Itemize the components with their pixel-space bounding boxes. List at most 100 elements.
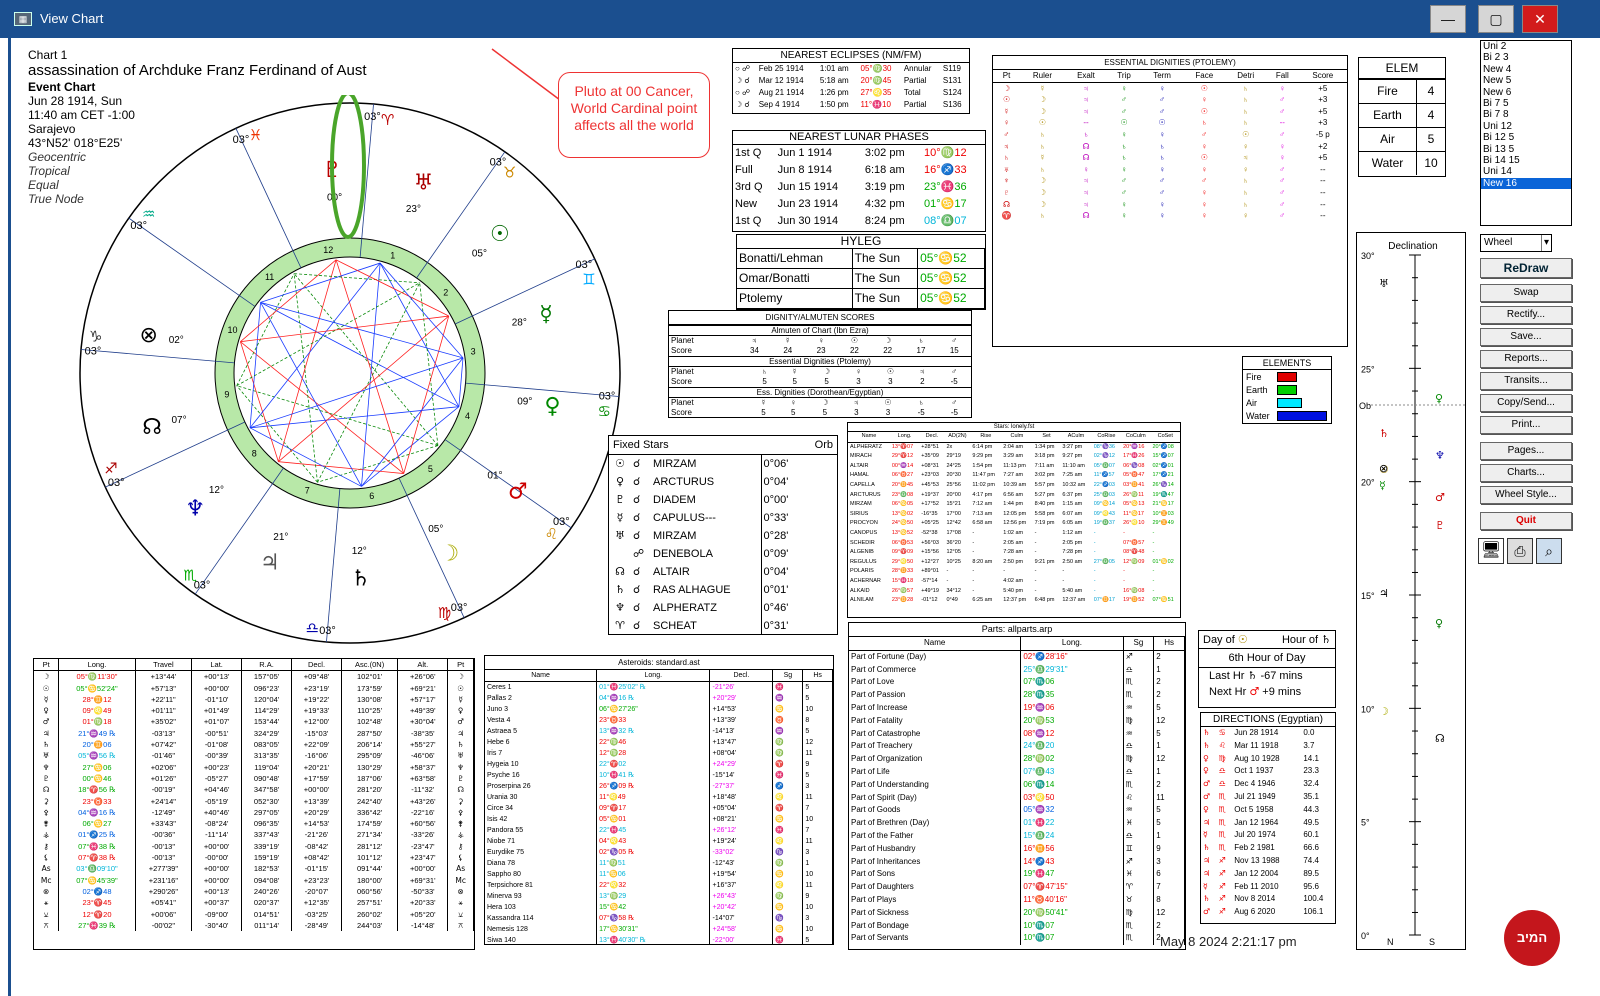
planet-row: ♄ 20°♊06 +07'42" -01°08' 083°05' +22°09' 206°1… xyxy=(34,739,474,751)
table-cell: -00'36" xyxy=(135,829,193,841)
chart-list-item[interactable]: Uni 12 xyxy=(1481,121,1571,132)
table-cell: +57°17' xyxy=(397,693,449,706)
chart-list-item[interactable]: Uni 2 xyxy=(1481,41,1571,52)
table-cell: - xyxy=(1152,549,1155,556)
table-cell: 12 xyxy=(1153,714,1185,728)
declination-tick-label: 5° xyxy=(1361,818,1370,828)
table-cell: - xyxy=(1093,529,1096,536)
table-cell: 19°♒06 xyxy=(1020,701,1124,715)
chart-list-item[interactable]: Bi 13 5 xyxy=(1481,144,1571,155)
table-cell: ☽ xyxy=(447,670,474,683)
direction-row: ☿ ♏ Jul 20 1974 60.1 xyxy=(1201,829,1335,842)
table-cell: 02°♑12 xyxy=(1093,453,1115,460)
table-cell: +15°56 xyxy=(921,549,939,556)
table-cell: +3 xyxy=(1318,95,1328,105)
table-cell: 15 xyxy=(949,346,959,355)
chart-list-item[interactable]: New 16 xyxy=(1481,177,1571,190)
chart-list-item[interactable]: New 6 xyxy=(1481,87,1571,98)
close-button[interactable]: ✕ xyxy=(1522,5,1558,33)
chart-list-item[interactable]: Bi 2 3 xyxy=(1481,52,1571,63)
column-header: Face xyxy=(1183,70,1226,83)
star-header: Name Long. Decl. AD(2N) Rise Culm Set ACulm CoRi… xyxy=(848,432,1180,443)
quit-button[interactable]: Quit xyxy=(1480,512,1572,530)
table-cell: 281°20' xyxy=(341,784,399,796)
redraw-button[interactable]: ReDraw xyxy=(1480,258,1572,278)
table-cell: -09°00' xyxy=(191,908,243,920)
table-cell: Water xyxy=(1371,156,1404,170)
chart-list-item[interactable]: Bi 7 8 xyxy=(1481,109,1571,120)
maximize-button[interactable]: ▢ xyxy=(1478,5,1514,33)
rectify-button[interactable]: Rectify... xyxy=(1480,306,1572,324)
table-cell: -03°25' xyxy=(291,908,343,920)
table-cell: 2:05 am xyxy=(1003,539,1024,546)
charts-button[interactable]: Charts... xyxy=(1480,464,1572,482)
planets-panel: Pt Long. Travel Lat. R.A. Decl. Asc.(0N) Alt. Pt… xyxy=(33,658,475,950)
fixed-star-row: ☊ ☌ ALTAIR 0°04' xyxy=(609,563,837,581)
declination-tick-label: 30° xyxy=(1361,251,1375,261)
table-cell: ♑ xyxy=(772,847,804,858)
table-cell: ♃ xyxy=(1082,95,1089,105)
table-cell: ♀ xyxy=(1279,83,1286,93)
inner-circle xyxy=(233,256,467,490)
table-cell: Part of Goods xyxy=(849,804,1022,818)
save-button[interactable]: Save... xyxy=(1480,328,1572,346)
table-cell: 0°49 xyxy=(946,597,958,604)
planet-row: ⚻ 27°♓39 ℞ -00'02" -30°40' 011°14' -28°49' 244… xyxy=(34,919,474,932)
column-header: Sg xyxy=(1123,637,1155,651)
table-cell: - xyxy=(972,568,975,575)
table-cell: 257°51' xyxy=(341,897,399,909)
planet-row: ⊗ 02°♐48 +290'26" +00°13' 240°26' -20°07' 060°… xyxy=(34,885,474,898)
table-cell: 5 xyxy=(1153,804,1185,818)
table-cell: - xyxy=(1062,568,1065,575)
swap-button[interactable]: Swap xyxy=(1480,284,1572,302)
table-cell: 2:50 am xyxy=(1062,558,1083,565)
reports-button[interactable]: Reports... xyxy=(1480,350,1572,368)
table-cell: 10°♍12 xyxy=(924,147,967,159)
elem-row: Air 5 xyxy=(1359,127,1445,152)
table-cell: +22'11" xyxy=(135,693,193,706)
chart-list-item[interactable]: Bi 14 15 xyxy=(1481,155,1571,166)
screen-icon[interactable]: 🖥 xyxy=(1478,538,1504,564)
printer-icon[interactable]: ⎙ xyxy=(1507,538,1533,564)
pages-button[interactable]: Pages... xyxy=(1480,442,1572,460)
table-cell: 09°♌49 xyxy=(58,705,136,717)
minimize-button[interactable]: — xyxy=(1430,5,1466,33)
table-cell: 110°25' xyxy=(341,705,399,717)
table-cell: +58°37' xyxy=(397,761,449,773)
table-cell: ♀ xyxy=(1201,211,1208,221)
table-cell: Minerva 93 xyxy=(485,891,598,902)
chart-list[interactable]: Uni 2 Bi 2 3 New 4 New 5 New 6 Bi 7 5 Bi 7 8 Un… xyxy=(1480,40,1572,226)
chart-wheel[interactable]: 403°♋503°♌603°♍703°♎803°♏903°♐1003°♑1103… xyxy=(70,95,630,650)
table-cell: 5:58 pm xyxy=(1034,510,1055,517)
copy-send-button[interactable]: Copy/Send... xyxy=(1480,394,1572,412)
table-cell: 101°12' xyxy=(341,852,399,864)
table-cell: ♎ xyxy=(1123,740,1155,754)
table-cell: 89.5 xyxy=(1303,868,1319,878)
table-cell: As xyxy=(34,863,60,875)
table-cell: 20°♊06 xyxy=(58,739,136,751)
table-cell: ♃ xyxy=(1082,83,1089,93)
table-cell: ♐ xyxy=(1218,894,1226,904)
cusp-degree: 03° xyxy=(364,111,381,123)
preview-icon[interactable]: ⌕ xyxy=(1536,538,1562,564)
table-cell: Air xyxy=(1380,132,1395,146)
chart-list-item[interactable]: New 5 xyxy=(1481,75,1571,86)
wheel-style-button[interactable]: Wheel Style... xyxy=(1480,486,1572,504)
chart-list-item[interactable]: Uni 14 xyxy=(1481,166,1571,177)
print-button[interactable]: Print... xyxy=(1480,416,1572,434)
transits-button[interactable]: Transits... xyxy=(1480,372,1572,390)
table-cell: ♅ xyxy=(447,750,474,762)
table-cell: 27°♎05 xyxy=(1093,558,1115,565)
chart-list-item[interactable]: Bi 7 5 xyxy=(1481,98,1571,109)
wheel-select[interactable]: Wheel ▾ xyxy=(1480,234,1552,252)
table-cell: +89°01 xyxy=(921,568,939,575)
south-label: S xyxy=(1429,937,1435,947)
chart-list-item[interactable]: New 4 xyxy=(1481,64,1571,75)
chart-list-item[interactable]: Bi 12 5 xyxy=(1481,132,1571,143)
table-cell: 10 xyxy=(802,869,833,880)
asteroid-row: Hebe 6 22°♍46 +13°47' ♍ 12 xyxy=(485,737,833,748)
table-cell: -50°33' xyxy=(397,885,449,898)
table-cell: ♃ xyxy=(853,398,860,407)
table-cell: ♒ xyxy=(1123,804,1155,818)
table-cell: ☊ xyxy=(615,565,625,578)
